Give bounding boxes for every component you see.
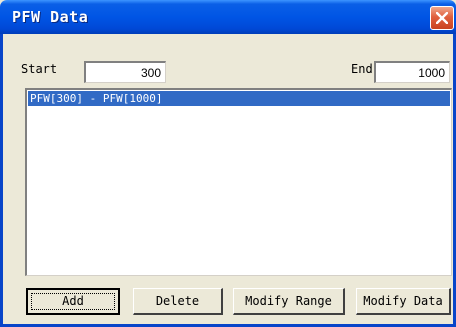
pfw-data-dialog: PFW Data Start 300 End 1000 PFW[300] - P… [0, 0, 456, 327]
modify-data-button[interactable]: Modify Data [356, 288, 451, 315]
start-input[interactable]: 300 [84, 61, 166, 83]
window-title: PFW Data [12, 8, 89, 26]
end-label: End [351, 62, 373, 76]
title-bar[interactable]: PFW Data [0, 0, 456, 34]
close-x-icon [436, 12, 448, 24]
delete-button[interactable]: Delete [133, 288, 223, 315]
close-button[interactable] [430, 6, 454, 30]
add-button[interactable]: Add [26, 288, 120, 315]
add-button-label: Add [62, 294, 84, 308]
start-label: Start [21, 62, 58, 76]
list-item[interactable]: PFW[300] - PFW[1000] [28, 91, 450, 106]
modify-range-button[interactable]: Modify Range [233, 288, 345, 315]
window-frame-left [0, 34, 3, 327]
range-listbox[interactable]: PFW[300] - PFW[1000] [25, 88, 452, 276]
end-input[interactable]: 1000 [374, 61, 450, 83]
